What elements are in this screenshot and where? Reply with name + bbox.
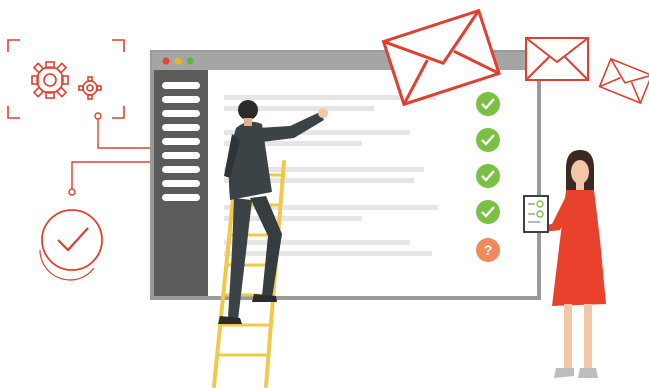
gears-icon <box>7 39 125 119</box>
sidebar-item <box>162 180 200 187</box>
sidebar-items <box>162 82 200 201</box>
sidebar-item <box>162 124 200 131</box>
check-icon <box>476 92 500 116</box>
window-close-dot <box>162 57 170 65</box>
sidebar-item <box>162 96 200 103</box>
question-icon: ? <box>476 238 500 262</box>
check-icon <box>476 164 500 188</box>
sidebar-item <box>162 194 200 201</box>
sidebar-item <box>162 138 200 145</box>
check-icon <box>476 128 500 152</box>
sidebar-item <box>162 82 200 89</box>
marketing-illustration: ? <box>7 8 649 388</box>
envelope-icon <box>525 37 589 81</box>
window-minimize-dot <box>174 57 182 65</box>
sidebar-item <box>162 110 200 117</box>
sidebar-item <box>162 166 200 173</box>
sidebar-item <box>162 152 200 159</box>
question-glyph: ? <box>484 242 493 258</box>
envelope-icon <box>598 57 649 105</box>
check-circle-icon <box>39 209 103 281</box>
clipboard-icon <box>523 195 549 233</box>
check-icon <box>476 200 500 224</box>
window-maximize-dot <box>186 57 194 65</box>
